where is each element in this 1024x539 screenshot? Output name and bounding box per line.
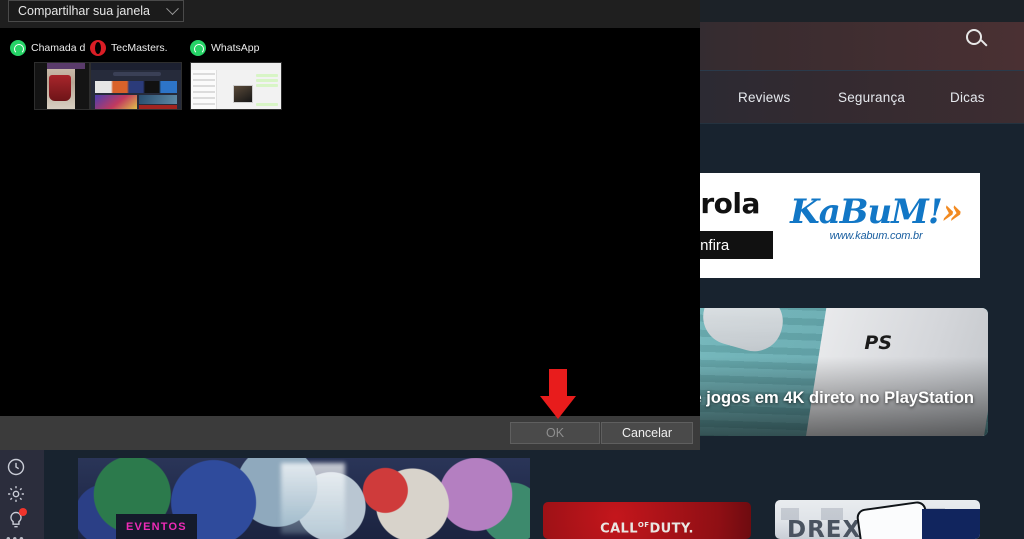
events-strip-light-beam [281, 462, 345, 535]
window-option-whatsapp[interactable]: WhatsApp [190, 38, 286, 110]
down-arrow-annotation [540, 369, 576, 419]
kabum-arrows-icon: » [941, 192, 963, 232]
drex-card[interactable]: DREX [775, 500, 980, 539]
nav-item-dicas[interactable]: Dicas [950, 90, 985, 105]
search-icon[interactable] [966, 29, 982, 45]
notification-badge [19, 508, 27, 516]
dialog-body: Chamada d TecMasters. WhatsApp [0, 28, 700, 416]
chevron-down-icon [166, 1, 179, 15]
cod-word-call: CALL [600, 521, 638, 537]
window-thumbnail[interactable] [90, 62, 182, 110]
arrow-head [540, 396, 576, 419]
call-of-duty-logo: CALLOFDUTY. [600, 521, 694, 536]
window-option-title: WhatsApp [211, 42, 260, 54]
share-mode-select-label: Compartilhar sua janela [18, 4, 151, 18]
window-thumbnail[interactable] [34, 62, 90, 110]
whatsapp-icon [190, 40, 206, 56]
window-option-title: Chamada d [31, 42, 86, 54]
events-badge-label: EVENTOS [126, 521, 187, 533]
call-of-duty-card[interactable]: CALLOFDUTY. [543, 502, 751, 539]
kabum-logo: KaBuM!» www.kabum.com.br [790, 192, 963, 242]
cancel-button[interactable]: Cancelar [601, 422, 693, 444]
opera-icon [90, 40, 106, 56]
nav-item-seguranca[interactable]: Segurança [838, 90, 905, 105]
window-option-header: TecMasters. [90, 38, 186, 58]
window-option-title: TecMasters. [111, 42, 168, 54]
more-options-icon[interactable]: ••• [6, 532, 26, 539]
cod-word-duty: DUTY. [649, 521, 694, 537]
arrow-stem [549, 369, 567, 397]
drex-phone-image [855, 500, 931, 539]
share-mode-select[interactable]: Compartilhar sua janela [8, 0, 184, 22]
drex-blue-block [922, 509, 980, 539]
share-window-dialog: Compartilhar sua janela Chamada d TecMas… [0, 0, 700, 450]
gear-icon[interactable] [6, 484, 26, 504]
clock-icon[interactable] [6, 457, 26, 477]
drex-wordmark: DREX [787, 517, 862, 539]
kabum-wordmark: KaBuM! [790, 192, 943, 232]
window-option-header: WhatsApp [190, 38, 286, 58]
ok-button[interactable]: OK [510, 422, 600, 444]
window-thumbnail[interactable] [190, 62, 282, 110]
cod-word-of: OF [637, 521, 650, 529]
screenshot-root: Reviews Segurança Dicas otorola onfira K… [0, 0, 1024, 539]
app-sidebar-rail: ••• [0, 450, 44, 539]
events-article-strip[interactable]: EVENTOS [78, 458, 530, 539]
events-badge: EVENTOS [116, 514, 197, 539]
nav-item-reviews[interactable]: Reviews [738, 90, 790, 105]
window-option-tecmasters[interactable]: TecMasters. [90, 38, 186, 110]
whatsapp-icon [10, 40, 26, 56]
